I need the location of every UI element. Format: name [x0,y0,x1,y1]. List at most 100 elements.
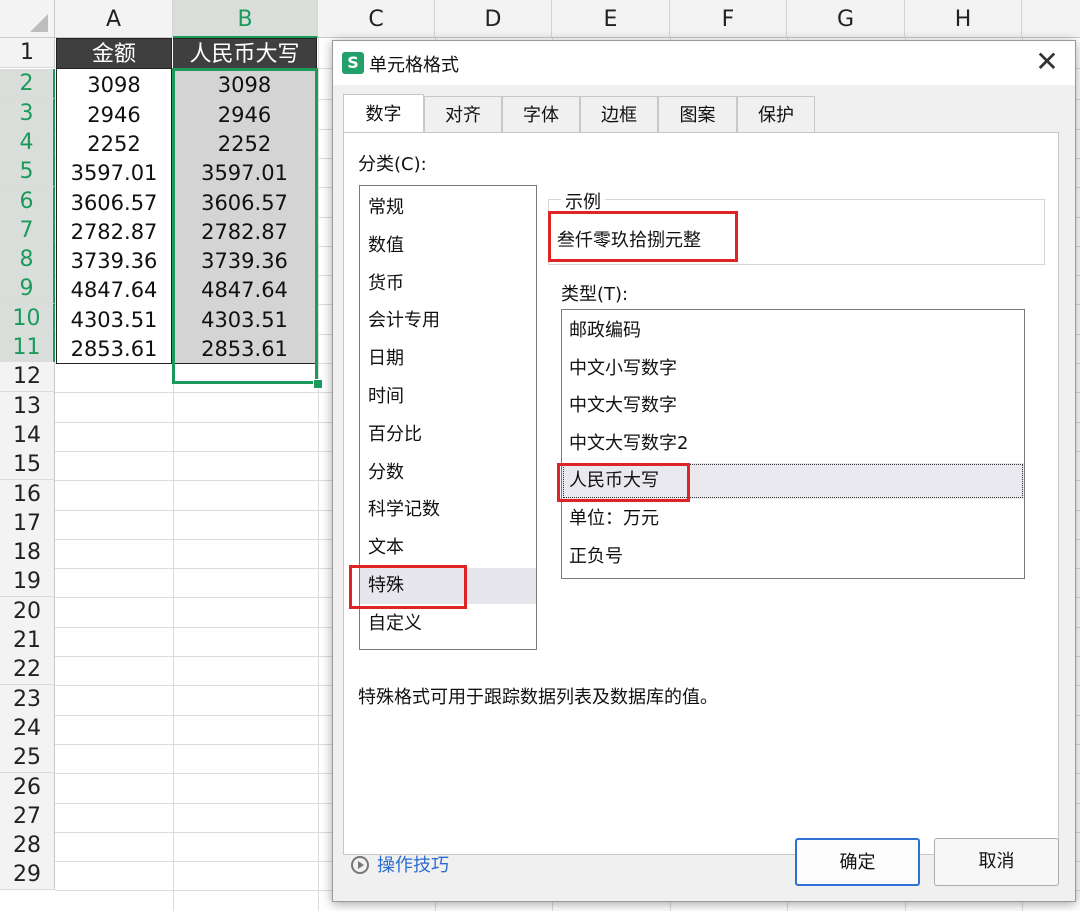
category-item[interactable]: 会计专用 [360,303,536,339]
row-header-4[interactable]: 4 [0,127,55,158]
category-item[interactable]: 科学记数 [360,492,536,528]
category-item[interactable]: 时间 [360,379,536,415]
column-header-f[interactable]: F [670,0,787,38]
dialog-titlebar[interactable]: S 单元格格式 ✕ [333,41,1075,85]
column-header-b[interactable]: B [173,0,318,38]
row-header-19[interactable]: 19 [0,567,55,598]
fill-handle[interactable] [313,379,323,389]
category-item[interactable]: 文本 [360,530,536,566]
tab-border[interactable]: 边框 [580,96,658,133]
column-header-g[interactable]: G [787,0,905,38]
row-header-13[interactable]: 13 [0,391,55,422]
example-label: 示例 [561,188,605,214]
play-circle-icon [351,856,369,874]
tab-font[interactable]: 字体 [502,96,580,133]
cell-a1[interactable]: 金额 [56,38,172,69]
category-item[interactable]: 自定义 [360,606,536,642]
cell-a11[interactable]: 2853.61 [56,333,172,364]
row-header-23[interactable]: 23 [0,684,55,715]
category-item[interactable]: 日期 [360,341,536,377]
select-all-corner[interactable] [0,0,55,38]
ok-button[interactable]: 确定 [795,838,920,886]
category-item[interactable]: 特殊 [360,568,536,604]
cell-a6[interactable]: 3606.57 [56,186,172,218]
row-header-18[interactable]: 18 [0,538,55,569]
tips-link[interactable]: 操作技巧 [351,851,449,877]
cell-a4[interactable]: 2252 [56,127,172,159]
row-header-1[interactable]: 1 [0,38,55,68]
row-header-27[interactable]: 27 [0,801,55,832]
type-item[interactable]: 中文小写数字 [562,351,1024,387]
cell-b7[interactable]: 2782.87 [173,215,317,247]
column-header-h[interactable]: H [905,0,1022,38]
tab-number[interactable]: 数字 [343,94,424,134]
row-header-8[interactable]: 8 [0,245,55,276]
row-header-6[interactable]: 6 [0,186,55,217]
row-header-9[interactable]: 9 [0,274,55,305]
row-header-16[interactable]: 16 [0,479,55,510]
cell-b9[interactable]: 4847.64 [173,274,317,306]
row-header-20[interactable]: 20 [0,596,55,627]
tips-label: 操作技巧 [377,855,449,876]
row-header-25[interactable]: 25 [0,743,55,774]
column-header-d[interactable]: D [435,0,552,38]
row-header-29[interactable]: 29 [0,860,55,891]
row-header-14[interactable]: 14 [0,420,55,451]
row-header-10[interactable]: 10 [0,303,55,334]
row-header-17[interactable]: 17 [0,508,55,539]
cell-a10[interactable]: 4303.51 [56,303,172,335]
cell-b11[interactable]: 2853.61 [173,333,317,364]
cell-a5[interactable]: 3597.01 [56,157,172,189]
cell-b2[interactable]: 3098 [173,69,317,101]
type-item[interactable]: 人民币大写 [562,463,1024,500]
type-list[interactable]: 邮政编码 中文小写数字 中文大写数字 中文大写数字2 人民币大写 单位：万元 正负号 [561,309,1025,579]
row-header-2[interactable]: 2 [0,69,55,100]
row-header-3[interactable]: 3 [0,98,55,129]
cell-b8[interactable]: 3739.36 [173,245,317,277]
cell-b1[interactable]: 人民币大写 [173,38,317,69]
row-header-28[interactable]: 28 [0,831,55,862]
category-list[interactable]: 常规 数值 货币 会计专用 日期 时间 百分比 分数 科学记数 文本 特殊 自定义 [359,185,537,650]
cell-b6[interactable]: 3606.57 [173,186,317,218]
cell-a2[interactable]: 3098 [56,69,172,101]
example-value: 叁仟零玖拾捌元整 [557,230,701,251]
cell-b5[interactable]: 3597.01 [173,157,317,189]
row-header-12[interactable]: 12 [0,362,55,393]
cell-b10[interactable]: 4303.51 [173,303,317,335]
row-header-21[interactable]: 21 [0,626,55,656]
cancel-button[interactable]: 取消 [934,838,1059,886]
category-item[interactable]: 百分比 [360,417,536,453]
cell-a7[interactable]: 2782.87 [56,215,172,247]
row-header-22[interactable]: 22 [0,655,55,686]
row-header-11[interactable]: 11 [0,333,55,363]
column-header-c[interactable]: C [318,0,435,38]
row-header-5[interactable]: 5 [0,157,55,188]
column-header-i[interactable] [1022,0,1080,38]
category-item[interactable]: 数值 [360,228,536,264]
cell-b3[interactable]: 2946 [173,98,317,130]
cell-a3[interactable]: 2946 [56,98,172,130]
row-header-7[interactable]: 7 [0,215,55,246]
wps-app-icon: S [342,52,364,74]
category-item[interactable]: 货币 [360,266,536,302]
type-item[interactable]: 邮政编码 [562,313,1024,349]
row-header-26[interactable]: 26 [0,772,55,803]
type-item[interactable]: 正负号 [562,539,1024,575]
cell-a8[interactable]: 3739.36 [56,245,172,277]
type-item[interactable]: 单位：万元 [562,501,1024,537]
cell-b4[interactable]: 2252 [173,127,317,159]
tab-pattern[interactable]: 图案 [658,96,737,133]
cell-a9[interactable]: 4847.64 [56,274,172,306]
category-item[interactable]: 常规 [360,190,536,226]
tab-alignment[interactable]: 对齐 [424,96,502,133]
close-icon[interactable]: ✕ [1031,45,1063,79]
row-header-15[interactable]: 15 [0,450,55,481]
type-item[interactable]: 中文大写数字 [562,388,1024,424]
row-header-24[interactable]: 24 [0,713,55,744]
type-item[interactable]: 中文大写数字2 [562,426,1024,462]
grid-line-vertical [318,38,319,911]
category-item[interactable]: 分数 [360,455,536,491]
column-header-a[interactable]: A [55,0,173,38]
tab-protection[interactable]: 保护 [737,96,815,133]
column-header-e[interactable]: E [552,0,670,38]
